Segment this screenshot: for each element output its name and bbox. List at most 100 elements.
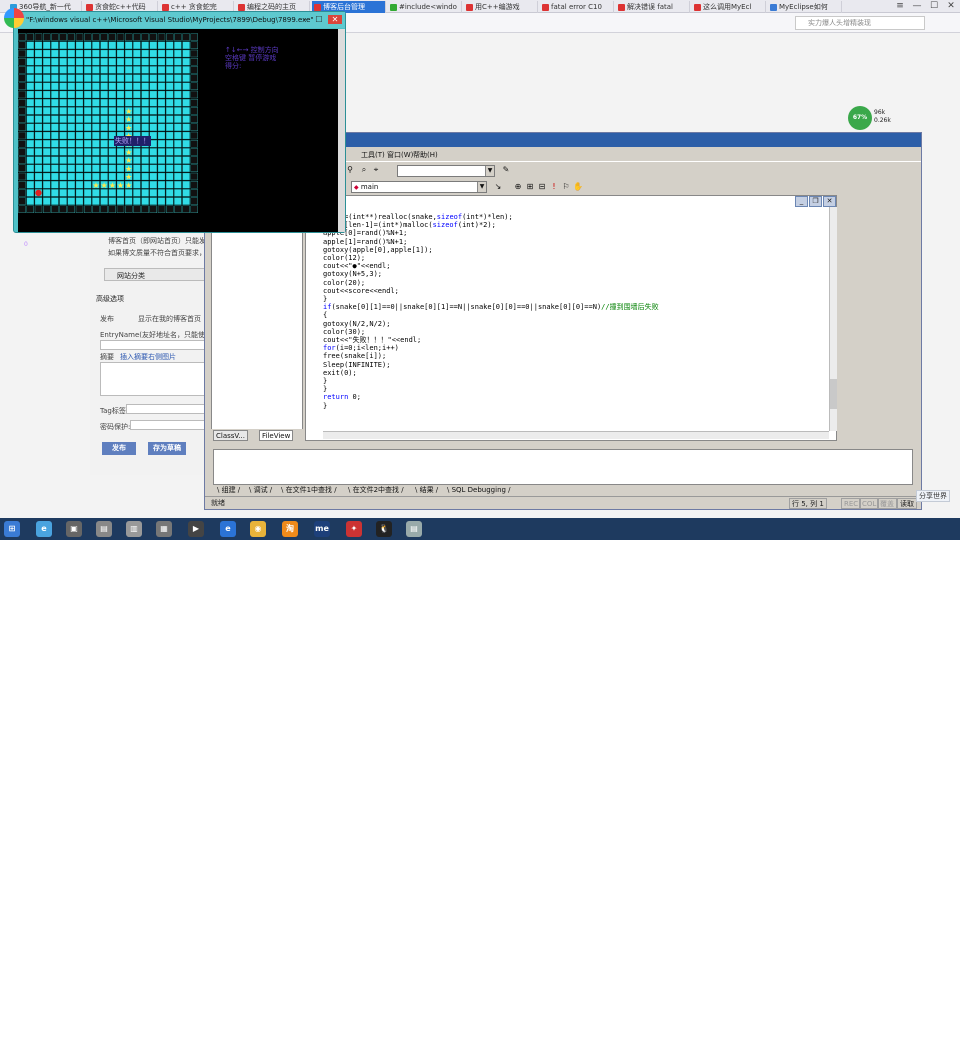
wall-cell [141,205,149,214]
console-scrollbar[interactable] [338,29,345,232]
grid-cell [92,172,100,181]
grid-cell [51,66,59,74]
minimize-icon[interactable]: — [909,0,925,12]
grid-cell [133,74,141,82]
output-tab[interactable]: \ 组建 / [217,485,240,495]
breakpoint-icon[interactable]: ✋ [573,182,583,192]
entryname-field[interactable] [100,340,210,350]
browser-taskbar-icon[interactable]: e [36,521,52,537]
password-field[interactable] [130,420,210,430]
scroll-thumb[interactable] [830,379,837,409]
grid-cell [92,90,100,99]
publish-checkbox-label[interactable]: 发布 [100,314,114,324]
browser-tab[interactable]: 用C++编游戏 [464,1,538,13]
output-tab[interactable]: \ SQL Debugging / [447,485,511,495]
grid-cell [34,58,43,66]
menu-help[interactable]: 帮助(H) [413,150,438,160]
chrome-taskbar-icon[interactable]: ◉ [250,521,266,537]
browser-tab[interactable]: MyEclipse如何 [768,1,842,13]
output-tab[interactable]: \ 在文件2中查找 / [348,485,404,495]
blog-note-line-2: 如果博文质量不符合首页要求，会 [108,249,213,257]
chevron-down-icon[interactable]: ▼ [485,166,494,176]
grid-cell [59,189,67,197]
stop-build-icon[interactable]: ! [549,182,559,192]
wall-cell [34,205,43,214]
ie-taskbar-icon[interactable]: e [220,521,236,537]
taobao-taskbar-icon[interactable]: 淘 [282,521,298,537]
grid-cell [165,58,174,66]
output-tab[interactable]: \ 在文件1中查找 / [281,485,337,495]
find-combo[interactable]: ▼ [397,165,495,177]
grid-cell [116,58,125,66]
summary-textarea[interactable] [100,362,210,396]
output-tab[interactable]: \ 调试 / [249,485,272,495]
category-section[interactable]: 网站分类 [104,268,212,281]
output-tab[interactable]: \ 结果 / [415,485,438,495]
maximize-icon[interactable]: ☐ [314,15,324,24]
menu-window[interactable]: 窗口(W) [387,150,413,160]
maximize-icon[interactable]: ☐ [926,0,942,12]
save-draft-button[interactable]: 存为草稿 [148,442,186,455]
close-icon[interactable]: ✕ [943,0,959,12]
browser-tab[interactable]: fatal error C10 [540,1,614,13]
vc-taskbar-icon[interactable]: ▣ [66,521,82,537]
share-button[interactable]: 分享世界 [916,490,950,502]
wall-cell [18,98,26,107]
rebuild-icon[interactable]: ⊟ [537,182,547,192]
wall-cell [190,58,199,66]
minimize-icon[interactable]: _ [795,196,808,207]
function-combo[interactable]: ◆ main ▼ [351,181,487,193]
grid-cell [92,148,100,156]
media-taskbar-icon[interactable]: ▶ [188,521,204,537]
browser-tab[interactable]: #include<windo [388,1,462,13]
performance-circle[interactable]: 67% [848,106,872,130]
compile-icon[interactable]: ⊕ [513,182,523,192]
grid-cell [67,90,75,99]
game-taskbar-icon[interactable]: ✦ [346,521,362,537]
search-input[interactable]: 实力爆人头增精装现 [795,16,925,30]
folder-taskbar-icon[interactable]: ▥ [126,521,142,537]
find-in-files-icon[interactable]: ⚲ [345,165,355,175]
notes-taskbar-icon[interactable]: ▤ [406,521,422,537]
code-editor[interactable]: snake=(int**)realloc(snake,sizeof(int*)*… [323,213,829,431]
chevron-down-icon[interactable]: ▼ [477,182,486,192]
grid-cell [34,41,43,50]
grid-cell [133,107,141,115]
build-icon[interactable]: ⊞ [525,182,535,192]
search-icon[interactable]: ✎ [501,165,511,175]
grid-cell [124,66,133,74]
grid-cell [43,41,51,50]
start-icon[interactable]: ⊞ [4,521,20,537]
me-taskbar-icon[interactable]: me [314,521,330,537]
insert-summary-image-link[interactable]: 插入摘要右侧图片 [120,352,176,362]
close-icon[interactable]: ✕ [823,196,836,207]
wall-cell [149,33,158,41]
menu-tools[interactable]: 工具(T) [361,150,385,160]
console-taskbar-icon[interactable]: ▤ [96,521,112,537]
grid-cell [149,197,158,205]
publish-button[interactable]: 发布 [102,442,136,455]
grid-cell [83,90,92,99]
tag-field[interactable] [126,404,210,414]
menu-icon[interactable]: ≡ [892,0,908,12]
blog-note-line-1: 博客首页（即网站首页）只能发 [108,237,206,245]
restore-icon[interactable]: ❐ [809,196,822,207]
show-homepage-label[interactable]: 显示在我的博客首页 [138,314,201,324]
binoculars-icon[interactable]: ⌕ [359,165,369,175]
close-icon[interactable]: ✕ [328,15,342,24]
app-taskbar-icon[interactable]: ▦ [156,521,172,537]
editor-vertical-scrollbar[interactable] [829,207,837,431]
grid-cell [26,66,35,74]
find-icon[interactable]: ⌖ [371,165,381,175]
browser-tab[interactable]: 这么调用MyEcl [692,1,766,13]
tab-classview[interactable]: ClassV... [213,430,248,441]
code-line: cout<<"●"<<endl; [323,262,391,271]
minimize-icon[interactable]: – [300,15,310,24]
editor-horizontal-scrollbar[interactable] [323,431,829,439]
wall-cell [174,205,182,214]
execute-icon[interactable]: ⚐ [561,182,571,192]
qq-taskbar-icon[interactable]: 🐧 [376,521,392,537]
tab-fileview[interactable]: FileView [259,430,294,441]
browser-tab[interactable]: 解决错误 fatal [616,1,690,13]
wizard-icon[interactable]: ↘ [493,182,503,192]
